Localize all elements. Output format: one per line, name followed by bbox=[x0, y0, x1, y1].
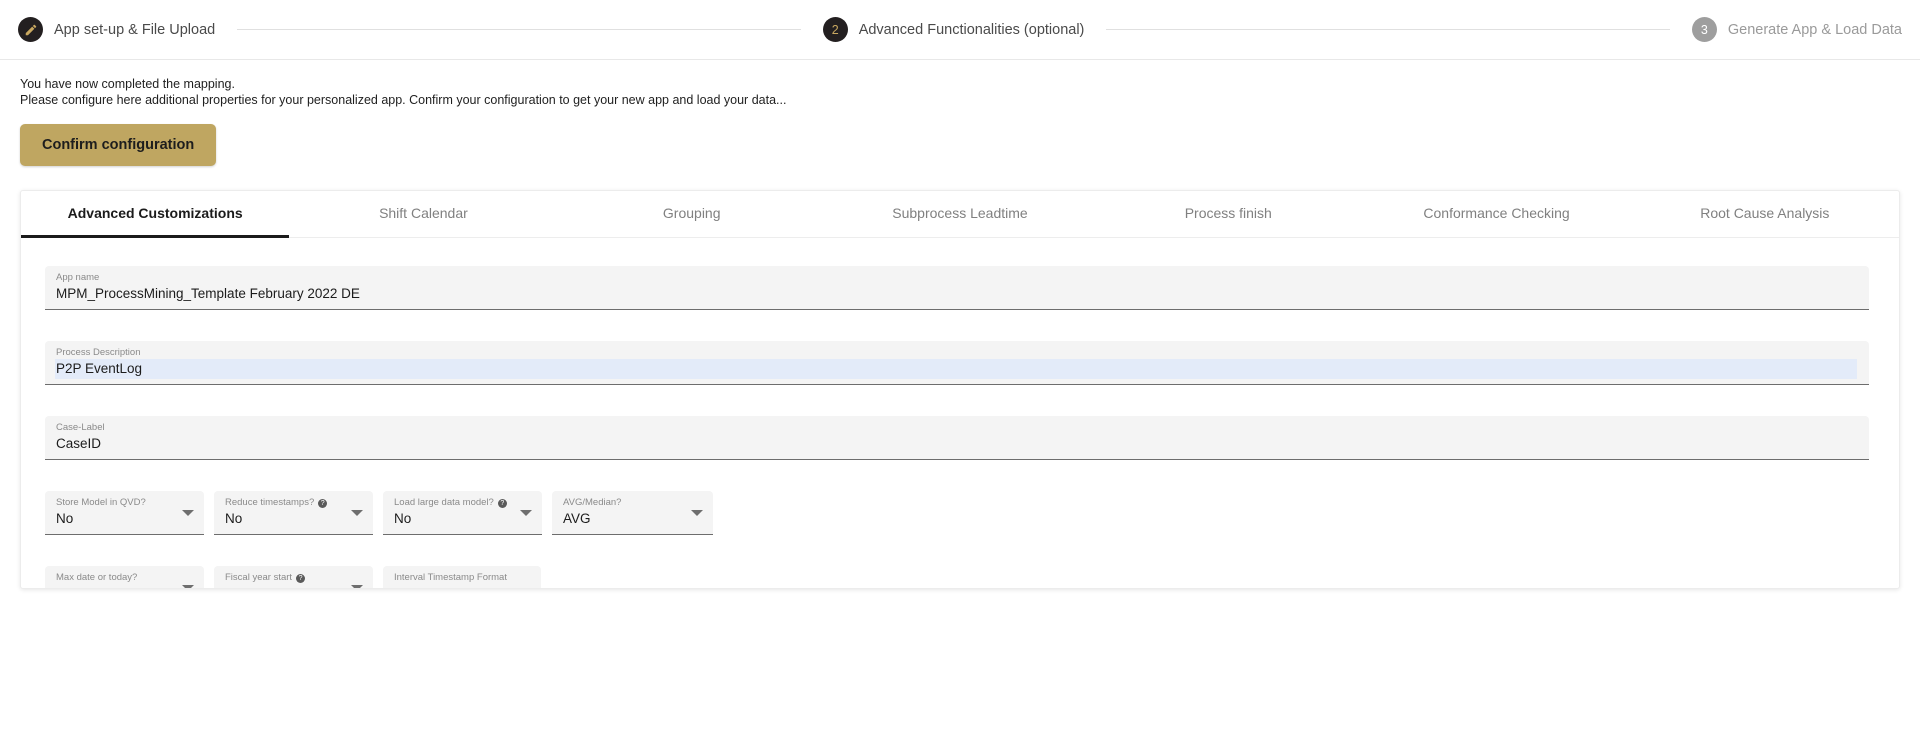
app-name-value: MPM_ProcessMining_Template February 2022… bbox=[56, 286, 360, 301]
intro-text: You have now completed the mapping. Plea… bbox=[0, 60, 1920, 108]
chevron-down-icon[interactable] bbox=[182, 510, 194, 516]
stepper-step-3[interactable]: 3 Generate App & Load Data bbox=[1691, 17, 1902, 42]
store-model-qvd-select[interactable]: Store Model in QVD? No bbox=[45, 491, 204, 535]
chevron-down-icon[interactable] bbox=[182, 585, 194, 588]
settings-card: Advanced Customizations Shift Calendar G… bbox=[20, 190, 1900, 589]
chevron-down-icon[interactable] bbox=[520, 510, 532, 516]
load-large-data-model-value: No bbox=[394, 511, 412, 526]
help-icon[interactable]: ? bbox=[497, 498, 507, 508]
store-model-qvd-label: Store Model in QVD? bbox=[56, 497, 146, 508]
advanced-customizations-form: App name MPM_ProcessMining_Template Febr… bbox=[21, 238, 1899, 588]
tab-process-finish[interactable]: Process finish bbox=[1094, 191, 1362, 237]
tab-conformance-checking[interactable]: Conformance Checking bbox=[1362, 191, 1630, 237]
pencil-icon bbox=[25, 24, 36, 35]
store-model-qvd-value: No bbox=[56, 511, 74, 526]
wizard-stepper: App set-up & File Upload 2 Advanced Func… bbox=[0, 0, 1920, 60]
process-description-label: Process Description bbox=[56, 347, 141, 358]
help-icon[interactable]: ? bbox=[296, 573, 306, 583]
process-description-value: P2P EventLog bbox=[55, 359, 1857, 379]
tab-subprocess-leadtime[interactable]: Subprocess Leadtime bbox=[826, 191, 1094, 237]
stepper-connector-2 bbox=[1106, 29, 1670, 30]
stepper-step-2[interactable]: 2 Advanced Functionalities (optional) bbox=[822, 17, 1085, 42]
help-icon[interactable]: ? bbox=[318, 498, 328, 508]
step-3-badge: 3 bbox=[1691, 17, 1717, 42]
step-3-label: Generate App & Load Data bbox=[1727, 21, 1902, 38]
max-date-or-today-select[interactable]: Max date or today? maxDate bbox=[45, 566, 204, 588]
step-1-badge bbox=[18, 17, 43, 42]
tab-root-cause-analysis[interactable]: Root Cause Analysis bbox=[1631, 191, 1899, 237]
app-name-label: App name bbox=[56, 272, 100, 283]
chevron-down-icon[interactable] bbox=[691, 510, 703, 516]
tab-shift-calendar[interactable]: Shift Calendar bbox=[289, 191, 557, 237]
case-label-value: CaseID bbox=[56, 436, 102, 451]
interval-timestamp-format-label: Interval Timestamp Format bbox=[394, 572, 507, 583]
select-row-2: Max date or today? maxDate Fiscal year s… bbox=[45, 566, 1875, 588]
avg-median-label: AVG/Median? bbox=[563, 497, 622, 508]
chevron-down-icon[interactable] bbox=[351, 510, 363, 516]
step-1-label: App set-up & File Upload bbox=[54, 21, 216, 38]
process-description-field[interactable]: Process Description P2P EventLog bbox=[45, 341, 1869, 385]
step-2-label: Advanced Functionalities (optional) bbox=[858, 21, 1085, 38]
reduce-timestamps-value: No bbox=[225, 511, 243, 526]
case-label-label: Case-Label bbox=[56, 422, 105, 433]
stepper-connector-1 bbox=[237, 29, 801, 30]
interval-timestamp-format-value: d hh:mm bbox=[394, 584, 530, 588]
max-date-or-today-value: maxDate bbox=[56, 584, 174, 588]
case-label-field[interactable]: Case-Label CaseID bbox=[45, 416, 1869, 460]
max-date-or-today-label: Max date or today? bbox=[56, 572, 138, 583]
select-row-1: Store Model in QVD? No Reduce timestamps… bbox=[45, 491, 1875, 535]
fiscal-year-start-label: Fiscal year start bbox=[225, 572, 293, 583]
intro-line-1: You have now completed the mapping. bbox=[20, 77, 235, 91]
stepper-step-1[interactable]: App set-up & File Upload bbox=[18, 17, 215, 42]
reduce-timestamps-label: Reduce timestamps? bbox=[225, 497, 315, 508]
step-2-badge: 2 bbox=[822, 17, 848, 42]
fiscal-year-start-select[interactable]: Fiscal year start ? January bbox=[214, 566, 373, 588]
intro-line-2: Please configure here additional propert… bbox=[20, 92, 787, 107]
reduce-timestamps-select[interactable]: Reduce timestamps? ? No bbox=[214, 491, 373, 535]
tab-advanced-customizations[interactable]: Advanced Customizations bbox=[21, 191, 290, 238]
settings-tabs: Advanced Customizations Shift Calendar G… bbox=[21, 191, 1899, 238]
chevron-down-icon[interactable] bbox=[351, 585, 363, 588]
tab-grouping[interactable]: Grouping bbox=[558, 191, 826, 237]
confirm-button-wrapper: Confirm configuration bbox=[0, 108, 1920, 166]
avg-median-select[interactable]: AVG/Median? AVG bbox=[552, 491, 713, 535]
load-large-data-model-select[interactable]: Load large data model? ? No bbox=[383, 491, 542, 535]
avg-median-value: AVG bbox=[563, 511, 591, 526]
load-large-data-model-label: Load large data model? bbox=[394, 497, 494, 508]
confirm-configuration-button[interactable]: Confirm configuration bbox=[20, 124, 217, 166]
app-name-field[interactable]: App name MPM_ProcessMining_Template Febr… bbox=[45, 266, 1869, 310]
interval-timestamp-format-input[interactable]: Interval Timestamp Format d hh:mm bbox=[383, 566, 541, 588]
fiscal-year-start-value: January bbox=[225, 584, 343, 588]
